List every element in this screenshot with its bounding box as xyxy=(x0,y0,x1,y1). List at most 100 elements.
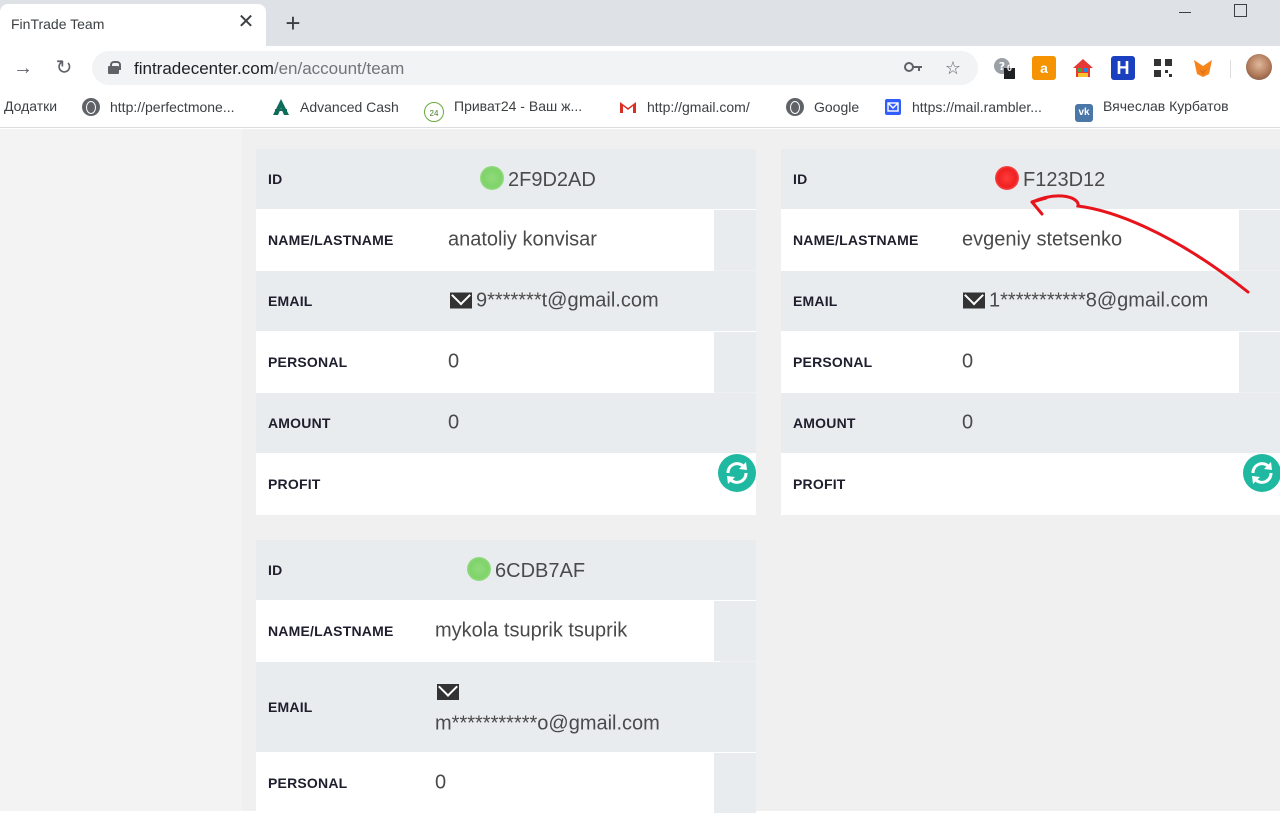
profile-avatar[interactable] xyxy=(1246,54,1272,80)
member-id: 2F9D2AD xyxy=(480,166,596,192)
envelope-icon xyxy=(450,292,472,309)
refresh-button[interactable] xyxy=(718,454,756,492)
email-label: EMAIL xyxy=(793,293,838,309)
member-id: F123D12 xyxy=(995,166,1105,192)
member-email: 1***********8@gmail.com xyxy=(963,290,1208,313)
new-tab-button[interactable]: + xyxy=(280,10,306,36)
bookmark-label: http://perfectmone... xyxy=(110,99,235,115)
extension-shopping-icon[interactable]: a xyxy=(1032,56,1056,80)
browser-toolbar: → ↻ fintradecenter.com/en/account/team ☆… xyxy=(0,46,1280,90)
forward-arrow-icon[interactable]: → xyxy=(9,54,37,82)
name-label: NAME/LASTNAME xyxy=(268,623,394,639)
bookmark-label: https://mail.rambler... xyxy=(912,99,1042,115)
vk-icon: vk xyxy=(1075,104,1093,122)
member-personal: 0 xyxy=(448,350,460,373)
page-body: ID 2F9D2AD NAME/LASTNAME anatoliy konvis… xyxy=(0,129,1280,814)
team-member-card: ID 2F9D2AD NAME/LASTNAME anatoliy konvis… xyxy=(256,149,756,515)
member-id: 6CDB7AF xyxy=(467,557,585,583)
member-amount: 0 xyxy=(962,411,974,434)
bookmarks-bar: Додатки http://perfectmone... Advanced C… xyxy=(0,90,1280,128)
member-email: 9*******t@gmail.com xyxy=(450,290,659,313)
profit-label: PROFIT xyxy=(268,476,321,492)
rambler-icon xyxy=(884,98,902,116)
bookmark-gmail[interactable]: http://gmail.com/ xyxy=(619,98,750,118)
extension-qr-icon[interactable] xyxy=(1151,56,1175,80)
team-content: ID 2F9D2AD NAME/LASTNAME anatoliy konvis… xyxy=(242,129,1280,814)
extension-home-icon[interactable] xyxy=(1071,56,1095,80)
id-label: ID xyxy=(793,171,808,187)
url-text[interactable]: fintradecenter.com/en/account/team xyxy=(134,59,404,79)
name-row: NAME/LASTNAME evgeniy stetsenko xyxy=(781,210,1280,271)
member-personal: 0 xyxy=(435,771,447,794)
team-member-card: ID F123D12 NAME/LASTNAME evgeniy stetsen… xyxy=(781,149,1280,515)
bookmark-label: http://gmail.com/ xyxy=(647,99,750,115)
close-icon[interactable]: ✕ xyxy=(234,10,258,34)
amount-row: AMOUNT 0 xyxy=(256,393,756,454)
reload-icon[interactable]: ↻ xyxy=(50,54,78,82)
personal-label: PERSONAL xyxy=(268,354,348,370)
name-row: NAME/LASTNAME mykola tsuprik tsuprik xyxy=(256,601,756,662)
member-id-text: 6CDB7AF xyxy=(495,560,586,582)
bookmark-label: Google xyxy=(814,99,860,115)
bookmark-google[interactable]: Google xyxy=(786,98,859,118)
toolbar-separator xyxy=(1230,60,1231,78)
bookmark-perfectmoney[interactable]: http://perfectmone... xyxy=(82,98,235,118)
team-member-card: ID 6CDB7AF NAME/LASTNAME mykola tsuprik … xyxy=(256,540,756,814)
bookmark-advanced-cash[interactable]: Advanced Cash xyxy=(272,98,399,118)
member-email: m***********o@gmail.com xyxy=(435,712,660,735)
member-amount: 0 xyxy=(448,411,460,434)
gmail-icon xyxy=(619,98,637,116)
envelope-icon xyxy=(437,684,459,700)
bookmark-privat24[interactable]: 24 Приват24 - Ваш ж... xyxy=(424,98,583,122)
maximize-button[interactable] xyxy=(1232,2,1248,18)
id-label: ID xyxy=(268,562,283,578)
bookmark-label: Додатки xyxy=(4,98,58,114)
tab-fintrade-team[interactable]: FinTrade Team ✕ xyxy=(0,4,266,46)
extension-fox-icon[interactable] xyxy=(1191,56,1215,80)
extension-h-icon[interactable]: H xyxy=(1111,56,1135,80)
email-label: EMAIL xyxy=(268,699,313,715)
url-path: /en/account/team xyxy=(273,59,405,78)
personal-row: PERSONAL 0 xyxy=(781,332,1280,393)
bookmark-rambler[interactable]: https://mail.rambler... xyxy=(884,98,1042,118)
amount-row: AMOUNT 0 xyxy=(781,393,1280,454)
extension-badge-count: 0 xyxy=(1007,63,1013,73)
member-id-text: F123D12 xyxy=(1023,169,1106,191)
extension-question-icon[interactable]: ? 0 xyxy=(992,56,1016,80)
personal-label: PERSONAL xyxy=(793,354,873,370)
refresh-button[interactable] xyxy=(1243,454,1280,492)
privat24-badge-text: 24 xyxy=(429,109,439,118)
bookmark-apps[interactable]: Додатки xyxy=(4,98,57,118)
status-inactive-icon xyxy=(995,166,1019,190)
member-name: anatoliy konvisar xyxy=(448,228,597,251)
minimize-button[interactable] xyxy=(1174,6,1196,18)
name-label: NAME/LASTNAME xyxy=(268,232,394,248)
email-row: EMAIL m***********o@gmail.com xyxy=(256,662,756,753)
profit-row: PROFIT xyxy=(781,454,1280,515)
personal-row: PERSONAL 0 xyxy=(256,753,756,814)
key-icon[interactable] xyxy=(902,57,924,79)
id-row: ID F123D12 xyxy=(781,149,1280,210)
privat24-icon: 24 xyxy=(424,102,444,122)
address-bar[interactable]: fintradecenter.com/en/account/team ☆ xyxy=(92,51,978,85)
status-active-icon xyxy=(480,166,504,190)
member-id-text: 2F9D2AD xyxy=(508,169,596,191)
bookmark-label: Вячеслав Курбатов xyxy=(1103,98,1229,114)
profit-row: PROFIT xyxy=(256,454,756,515)
bookmark-vk[interactable]: vk Вячеслав Курбатов xyxy=(1075,98,1229,122)
email-row: EMAIL 9*******t@gmail.com xyxy=(256,271,756,332)
envelope-icon xyxy=(963,292,985,309)
personal-label: PERSONAL xyxy=(268,775,348,791)
bookmark-label: Advanced Cash xyxy=(300,99,399,115)
star-icon[interactable]: ☆ xyxy=(942,57,964,79)
member-name: mykola tsuprik tsuprik xyxy=(435,619,628,642)
name-label: NAME/LASTNAME xyxy=(793,232,919,248)
globe-icon xyxy=(786,98,804,116)
tab-title: FinTrade Team xyxy=(11,16,105,32)
id-row: ID 2F9D2AD xyxy=(256,149,756,210)
refresh-icon xyxy=(1251,462,1273,484)
globe-icon xyxy=(82,98,100,116)
name-row: NAME/LASTNAME anatoliy konvisar xyxy=(256,210,756,271)
bookmark-label: Приват24 - Ваш ж... xyxy=(454,98,583,114)
lock-icon xyxy=(108,61,121,74)
